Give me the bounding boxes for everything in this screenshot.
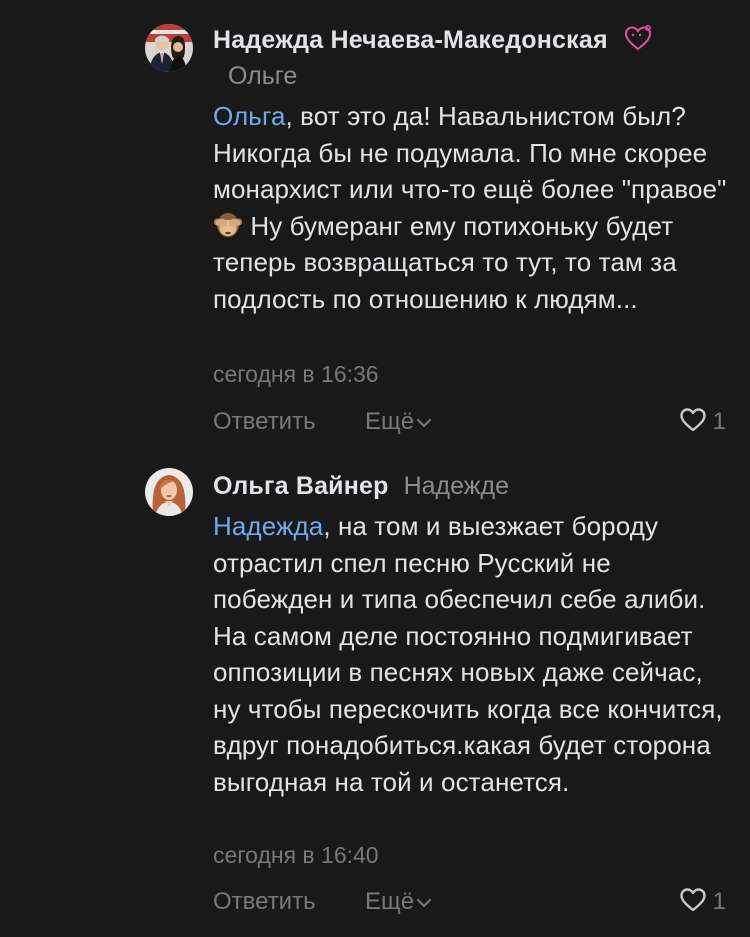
author-name[interactable]: Ольга Вайнер xyxy=(213,472,389,500)
mention-link[interactable]: Надежда xyxy=(213,511,323,541)
chevron-down-icon xyxy=(417,898,432,907)
avatar-photo-icon xyxy=(145,468,193,516)
comment-actions: Ответить Ещё 1 xyxy=(213,885,726,919)
avatar[interactable] xyxy=(145,468,193,516)
like-button[interactable]: 1 xyxy=(679,885,726,919)
reply-button[interactable]: Ответить xyxy=(213,885,316,919)
comment-2: Ольга Вайнер Надежде Надежда, на том и в… xyxy=(0,0,750,937)
comment-text-part: , на том и выезжает бороду отрастил спел… xyxy=(213,511,723,797)
like-count: 1 xyxy=(712,888,726,915)
timestamp: сегодня в 16:40 xyxy=(213,842,379,868)
more-label: Ещё xyxy=(365,888,415,915)
comment-text: Надежда, на том и выезжает бороду отраст… xyxy=(213,508,733,800)
reply-to-name[interactable]: Надежде xyxy=(404,472,509,500)
heart-outline-icon xyxy=(679,888,706,912)
more-button[interactable]: Ещё xyxy=(365,885,432,919)
author-line: Ольга Вайнер Надежде xyxy=(213,468,509,504)
